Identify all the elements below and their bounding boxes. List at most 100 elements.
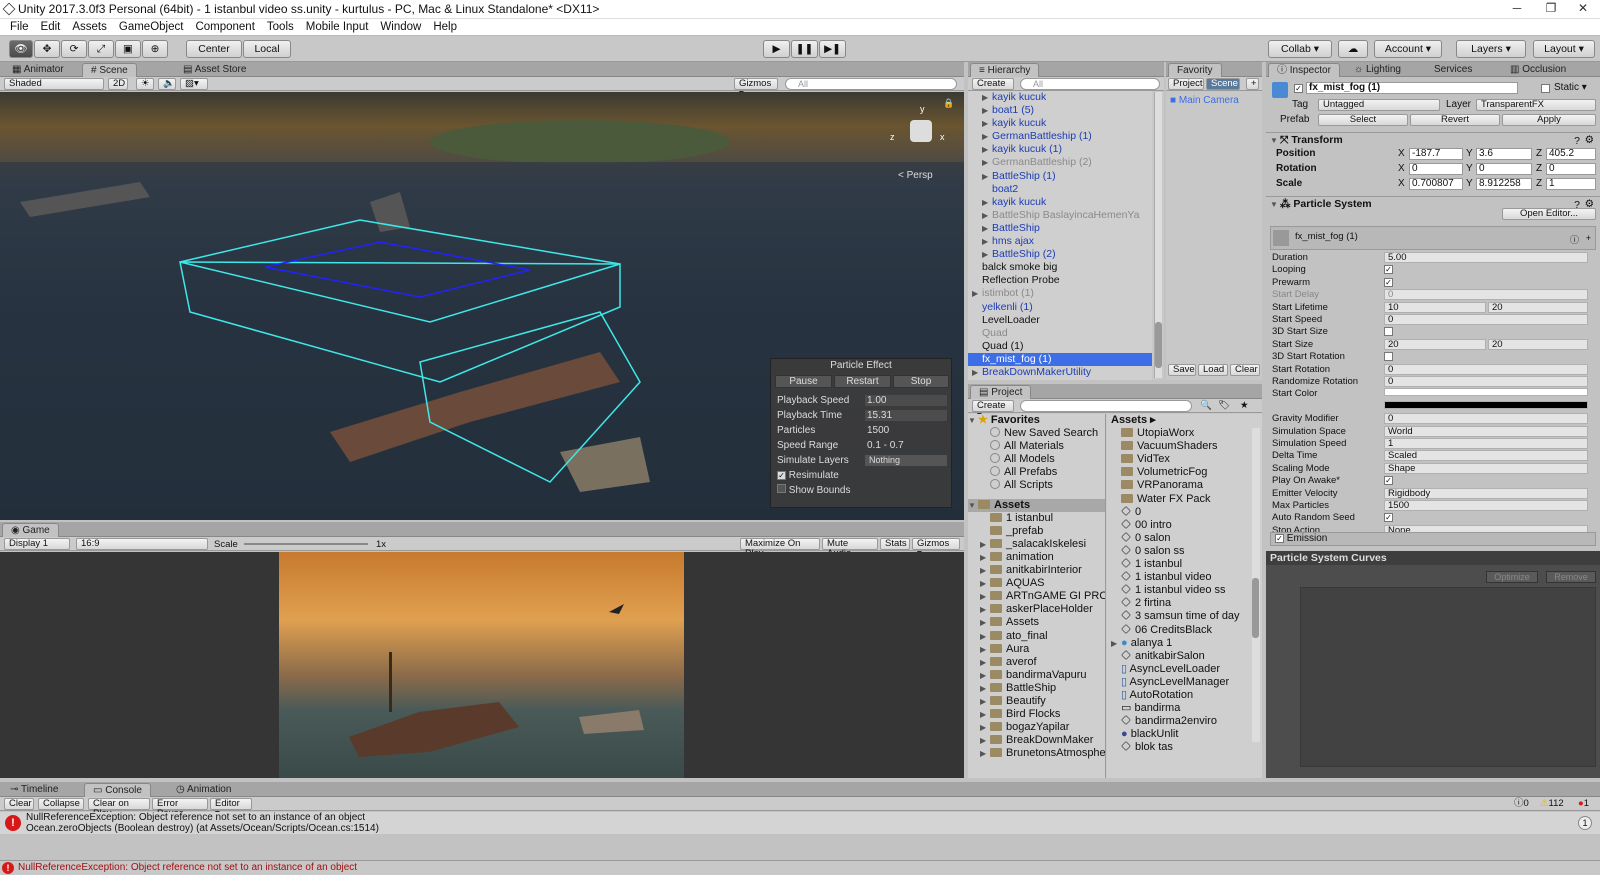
shading-dropdown[interactable]: Shaded: [4, 78, 104, 90]
asset-item[interactable]: blok tas: [1107, 741, 1262, 754]
folder-item[interactable]: ▶ anitkabirInterior: [968, 564, 1105, 577]
hierarchy-item[interactable]: ▶ BattleShip: [968, 222, 1152, 235]
asset-item[interactable]: ▯ AsyncLevelLoader: [1107, 663, 1262, 676]
error-count[interactable]: ●1: [1578, 797, 1589, 810]
folder-item[interactable]: ▶ askerPlaceHolder: [968, 603, 1105, 616]
particle-restart-button[interactable]: Restart: [834, 375, 891, 388]
ps-property-value[interactable]: 10: [1384, 301, 1486, 313]
tab-occlusion[interactable]: ▥ Occlusion: [1502, 63, 1574, 77]
hierarchy-search-input[interactable]: All: [1020, 78, 1160, 90]
rotation-z-field[interactable]: 0: [1546, 163, 1596, 175]
pause-button[interactable]: ❚❚: [791, 40, 818, 58]
ps-module-add-icon[interactable]: +: [1586, 233, 1591, 243]
ps-property-value[interactable]: 0: [1384, 363, 1588, 375]
maximize-button[interactable]: ❐: [1534, 0, 1568, 19]
playback-time-field[interactable]: 15.31: [865, 410, 947, 421]
console-clear-button[interactable]: Clear: [4, 798, 34, 810]
expand-arrow-icon[interactable]: ▶: [980, 656, 990, 669]
mute-audio-toggle[interactable]: Mute Audio: [822, 538, 878, 559]
active-checkbox[interactable]: ✓: [1294, 84, 1303, 93]
account-dropdown[interactable]: Account ▾: [1374, 40, 1442, 58]
simulate-layers-dropdown[interactable]: Nothing: [865, 455, 947, 466]
static-checkbox[interactable]: [1541, 84, 1550, 93]
maximize-on-play-toggle[interactable]: Maximize On Play: [740, 538, 820, 559]
asset-item[interactable]: 1 istanbul video: [1107, 571, 1262, 584]
asset-item[interactable]: 0 salon ss: [1107, 545, 1262, 558]
menu-help[interactable]: Help: [427, 19, 463, 35]
asset-item[interactable]: bandirma2enviro: [1107, 715, 1262, 728]
expand-arrow-icon[interactable]: ▶: [982, 196, 992, 209]
ps-property-value[interactable]: 20: [1384, 338, 1486, 350]
ps-module-header[interactable]: fx_mist_fog (1) ⓘ +: [1270, 226, 1596, 250]
folder-item[interactable]: ▶ _salacakIskelesi: [968, 538, 1105, 551]
scale-slider[interactable]: [244, 543, 368, 545]
folder-item[interactable]: ▶ BrunetonsAtmosphe: [968, 747, 1105, 760]
ps-property-checkbox[interactable]: [1384, 352, 1393, 362]
play-button[interactable]: ▶: [763, 40, 790, 58]
pivot-local-button[interactable]: Local: [243, 40, 291, 58]
status-bar[interactable]: ! NullReferenceException: Object referen…: [0, 860, 1600, 875]
ps-module-info-icon[interactable]: ⓘ: [1570, 233, 1579, 246]
hierarchy-item[interactable]: ▶ boat1 (5): [968, 104, 1152, 117]
layer-dropdown[interactable]: TransparentFX: [1476, 99, 1596, 111]
favorite-item[interactable]: All Materials: [968, 440, 1105, 453]
expand-arrow-icon[interactable]: ▶: [980, 630, 990, 643]
stats-toggle[interactable]: Stats: [880, 538, 910, 550]
ps-property-value-max[interactable]: 20: [1488, 338, 1588, 350]
collab-dropdown[interactable]: Collab ▾: [1268, 40, 1332, 58]
warn-count[interactable]: ⚠112: [1540, 797, 1564, 810]
optimize-button[interactable]: Optimize: [1486, 571, 1538, 583]
start-color-field[interactable]: [1384, 388, 1588, 397]
help-icon[interactable]: ?: [1574, 134, 1580, 148]
rotation-y-field[interactable]: 0: [1476, 163, 1532, 175]
ps-property-checkbox[interactable]: ✓: [1384, 265, 1393, 275]
expand-arrow-icon[interactable]: ▶: [980, 721, 990, 734]
expand-arrow-icon[interactable]: ▶: [980, 643, 990, 656]
show-bounds-checkbox[interactable]: [777, 484, 786, 493]
console-error-pause-button[interactable]: Error Pause: [152, 798, 208, 819]
persp-label[interactable]: < Persp: [898, 170, 933, 181]
favorites-header[interactable]: ▼ ★ Favorites: [968, 414, 1105, 427]
expand-arrow-icon[interactable]: ▶: [972, 287, 982, 300]
expand-arrow-icon[interactable]: ▶: [982, 170, 992, 183]
hierarchy-item[interactable]: ▶ kayik kucuk: [968, 196, 1152, 209]
expand-arrow-icon[interactable]: ▶: [980, 538, 990, 551]
asset-item[interactable]: ▯ AsyncLevelManager: [1107, 676, 1262, 689]
hierarchy-item[interactable]: ▶ GermanBattleship (1): [968, 130, 1152, 143]
ps-property-value[interactable]: World: [1384, 425, 1588, 437]
ps-property-value[interactable]: 1: [1384, 438, 1588, 449]
hierarchy-item[interactable]: ▶ kayik kucuk (1): [968, 143, 1152, 156]
cloud-button[interactable]: ☁: [1338, 40, 1368, 58]
expand-arrow-icon[interactable]: ▶: [982, 248, 992, 261]
favorite-item[interactable]: New Saved Search: [968, 427, 1105, 440]
aspect-dropdown[interactable]: 16:9: [76, 538, 208, 550]
project-search-input[interactable]: [1020, 400, 1192, 412]
asset-item[interactable]: 06 CreditsBlack: [1107, 624, 1262, 637]
asset-item[interactable]: 0 salon: [1107, 532, 1262, 545]
ps-property-value[interactable]: 0: [1384, 413, 1588, 425]
orientation-gizmo[interactable]: y z x: [890, 104, 950, 164]
prefab-select-button[interactable]: Select: [1318, 114, 1408, 126]
favority-item-main-camera[interactable]: ■ Main Camera: [1170, 95, 1239, 106]
expand-arrow-icon[interactable]: ▶: [980, 590, 990, 603]
filter-label-icon[interactable]: 🏷: [1218, 399, 1230, 412]
position-z-field[interactable]: 405.2: [1546, 148, 1596, 160]
asset-item[interactable]: 1 istanbul: [1107, 558, 1262, 571]
asset-item[interactable]: UtopiaWorx: [1107, 427, 1262, 440]
tab-scene[interactable]: # Scene: [82, 63, 137, 77]
ps-property-checkbox[interactable]: [1384, 327, 1393, 337]
favorite-item[interactable]: All Models: [968, 453, 1105, 466]
asset-item[interactable]: anitkabirSalon: [1107, 650, 1262, 663]
asset-item[interactable]: ● blackUnlit: [1107, 728, 1262, 741]
emission-module[interactable]: ✓ Emission: [1270, 532, 1596, 546]
close-button[interactable]: ✕: [1566, 0, 1600, 19]
hierarchy-scroll-thumb[interactable]: [1155, 322, 1162, 368]
ps-property-value[interactable]: 1500: [1384, 500, 1588, 511]
hierarchy-create-dropdown[interactable]: Create ▾: [972, 78, 1014, 99]
info-count[interactable]: ⓘ0: [1514, 797, 1529, 810]
favorite-item[interactable]: All Prefabs: [968, 466, 1105, 479]
asset-item[interactable]: 2 firtina: [1107, 597, 1262, 610]
hierarchy-item[interactable]: ▶ kayik kucuk: [968, 117, 1152, 130]
position-y-field[interactable]: 3.6: [1476, 148, 1532, 160]
folder-item[interactable]: ▶ Bird Flocks: [968, 708, 1105, 721]
